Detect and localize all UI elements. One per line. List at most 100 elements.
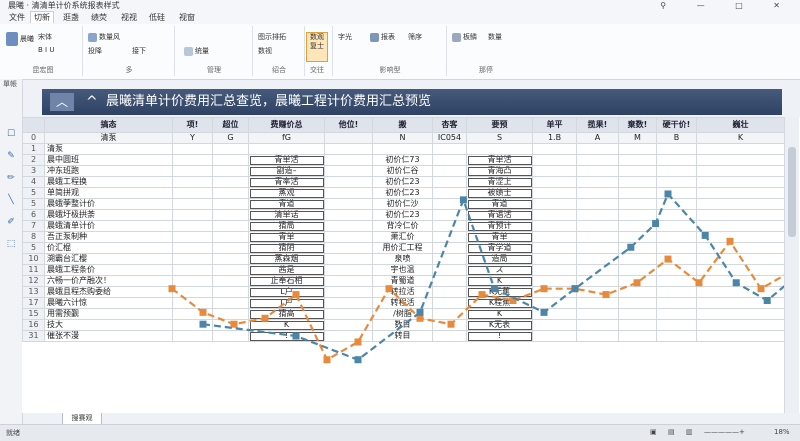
fee-cell[interactable]: 蒸观 [248,187,325,199]
scroll-thumb[interactable] [788,147,796,237]
pen-icon[interactable]: ✎ [5,151,17,161]
price-cell[interactable]: 初价仁谷 [372,165,433,177]
table-cell[interactable] [212,264,249,276]
fee-cell[interactable]: 猜阴 [248,242,325,254]
subheader-cell[interactable]: M [618,132,657,144]
table-cell[interactable] [532,242,577,254]
table-cell[interactable] [618,143,657,155]
tab-window[interactable]: 视窗 [176,12,198,23]
table-cell[interactable] [532,308,577,320]
column-header[interactable]: 搬 [372,117,433,133]
table-cell[interactable] [172,176,213,188]
item-name-cell[interactable]: 清泵 [44,143,173,155]
amount-button[interactable]: 数量 [488,32,502,42]
table-cell[interactable] [696,187,785,199]
table-cell[interactable] [696,209,785,221]
chevron-up-icon[interactable]: ^ [86,89,98,115]
table-cell[interactable] [656,187,697,199]
subheader-cell[interactable]: 0 [22,132,45,144]
column-header[interactable]: 揽果! [576,117,619,133]
page-layout-icon[interactable]: ▤ [668,428,675,436]
table-cell[interactable] [324,231,373,243]
table-cell[interactable] [532,198,577,210]
price-cell[interactable]: 泉喷 [372,253,433,265]
table-cell[interactable] [532,209,577,221]
price-cell[interactable] [372,143,433,155]
item-name-cell[interactable]: 晨蛾清单计价 [44,220,173,232]
table-cell[interactable] [618,165,657,177]
table-cell[interactable] [576,220,619,232]
table-cell[interactable] [656,319,697,331]
price-cell[interactable]: 青蜀道 [372,275,433,287]
table-cell[interactable] [532,231,577,243]
table-cell[interactable] [432,319,467,331]
table-cell[interactable] [576,253,619,265]
table-cell[interactable] [172,330,213,342]
fee-cell[interactable]: 青单 [248,231,325,243]
table-cell[interactable] [212,242,249,254]
table-cell[interactable] [656,143,697,155]
preview-cell[interactable]: 青道 [466,198,533,210]
column-header[interactable]: 搞态 [44,117,173,133]
row-number[interactable]: 5 [22,198,45,210]
line-icon[interactable]: ╲ [5,195,17,205]
table-cell[interactable] [618,253,657,265]
table-cell[interactable] [324,308,373,320]
table-cell[interactable] [656,231,697,243]
table-cell[interactable] [576,319,619,331]
row-number[interactable]: 13 [22,286,45,298]
table-cell[interactable] [656,165,697,177]
table-cell[interactable] [324,319,373,331]
table-cell[interactable] [212,198,249,210]
table-cell[interactable] [618,231,657,243]
table-cell[interactable] [432,264,467,276]
table-cell[interactable] [656,242,697,254]
item-name-cell[interactable]: 六畅一价产融次！ [44,275,173,287]
fee-cell[interactable] [248,143,325,155]
price-cell[interactable]: 初价仁沙 [372,198,433,210]
column-header[interactable]: 要预 [466,117,533,133]
table-cell[interactable] [172,154,213,166]
table-cell[interactable] [212,176,249,188]
table-cell[interactable] [618,220,657,232]
table-cell[interactable] [618,297,657,309]
preview-cell[interactable]: 青单活 [466,154,533,166]
fee-cell[interactable]: L户 [248,286,325,298]
preview-cell[interactable]: 被绩士 [466,187,533,199]
item-name-cell[interactable]: 冲东班跑 [44,165,173,177]
row-number[interactable]: 4 [22,176,45,188]
drop-button[interactable]: 投降 [88,46,102,56]
table-cell[interactable] [432,209,467,221]
preview-cell[interactable]: 青语活 [466,209,533,221]
row-number[interactable]: 16 [22,319,45,331]
item-name-cell[interactable]: 晨蛾工程换 [44,176,173,188]
table-cell[interactable] [618,187,657,199]
preview-cell[interactable]: K [466,275,533,287]
table-cell[interactable] [432,286,467,298]
preview-cell[interactable]: 青单 [466,231,533,243]
row-number[interactable]: 1 [22,143,45,155]
item-name-cell[interactable]: 晨中圆班 [44,154,173,166]
table-cell[interactable] [172,242,213,254]
table-cell[interactable] [172,198,213,210]
table-cell[interactable] [432,275,467,287]
subheader-cell[interactable]: K [696,132,785,144]
table-cell[interactable] [618,308,657,320]
fee-cell[interactable]: 止奉石相 [248,275,325,287]
fee-cell[interactable]: 清单话 [248,209,325,221]
item-name-cell[interactable]: 晨蛾工程条价 [44,264,173,276]
table-cell[interactable] [656,264,697,276]
table-cell[interactable] [576,264,619,276]
table-cell[interactable] [212,154,249,166]
item-name-cell[interactable]: 用需预觐 [44,308,173,320]
preview-cell[interactable]: 青海凸 [466,165,533,177]
row-number[interactable]: 15 [22,308,45,320]
table-cell[interactable] [696,330,785,342]
table-cell[interactable] [618,209,657,221]
table-cell[interactable] [576,198,619,210]
table-cell[interactable] [618,264,657,276]
table-cell[interactable] [532,220,577,232]
table-cell[interactable] [576,286,619,298]
table-cell[interactable] [324,242,373,254]
preview-cell[interactable] [466,143,533,155]
